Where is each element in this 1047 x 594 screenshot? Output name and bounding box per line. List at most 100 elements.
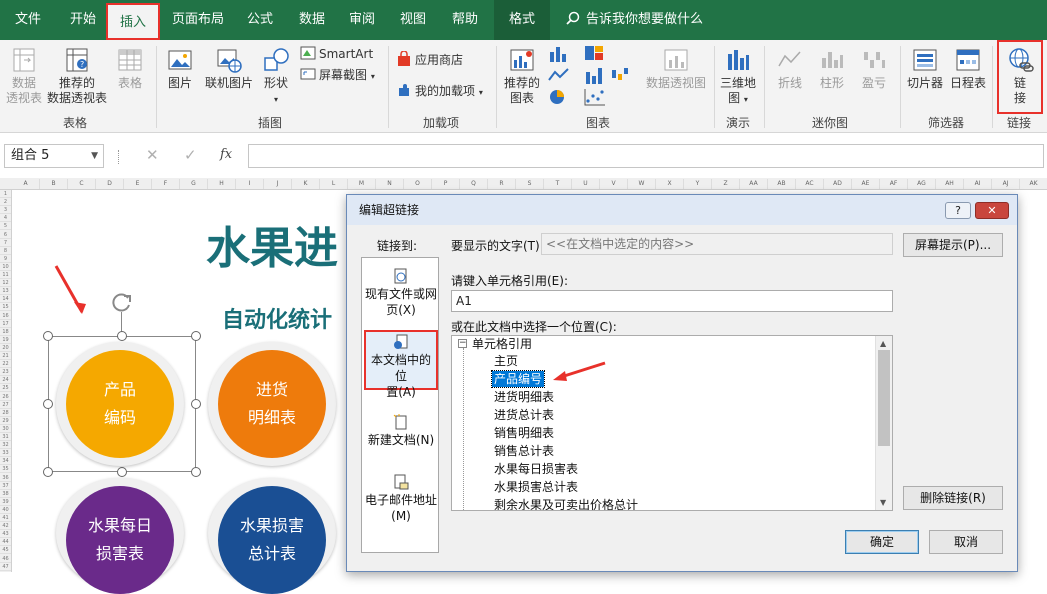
circle-loss-total[interactable]: 水果损害 总计表 [218,486,326,594]
row-header[interactable]: 19 [0,336,11,344]
screenshot-button[interactable]: 屏幕截图 ▾ [300,65,375,85]
row-header[interactable]: 34 [0,457,11,466]
row-header[interactable]: 16 [0,312,11,320]
row-header[interactable]: 42 [0,522,11,531]
remove-link-button[interactable]: 删除链接(R) [903,486,1003,510]
statistic-chart-icon[interactable] [584,66,606,84]
pivotchart-button[interactable]: 数据透视图 [644,46,708,91]
row-header[interactable]: 6 [0,231,11,239]
scroll-thumb[interactable] [878,350,890,446]
rotate-handle-icon[interactable] [110,290,134,314]
row-header[interactable]: 31 [0,433,11,441]
row-header[interactable]: 3 [0,206,11,215]
resize-handle[interactable] [117,467,127,477]
column-header[interactable]: A [12,179,40,189]
column-header[interactable]: C [68,179,96,189]
shapes-button[interactable]: 形状 ▾ [258,46,294,107]
row-header[interactable]: 20 [0,344,11,352]
tree-root[interactable]: 单元格引用 [472,336,532,352]
store-button[interactable]: 应用商店 [396,50,463,70]
recommended-charts-button[interactable]: 推荐的 图表 [500,46,544,106]
smartart-button[interactable]: SmartArt [300,44,373,64]
column-header[interactable]: U [572,179,600,189]
row-header[interactable]: 41 [0,514,11,522]
tree-item[interactable]: 进货明细表 [494,389,554,405]
circle-purchase-detail[interactable]: 进货 明细表 [218,350,326,458]
row-header[interactable]: 22 [0,360,11,369]
tab-page-layout[interactable]: 页面布局 [166,0,230,40]
column-header[interactable]: AE [852,179,880,189]
column-header[interactable]: AC [796,179,824,189]
screentip-button[interactable]: 屏幕提示(P)... [903,233,1003,257]
resize-handle[interactable] [191,467,201,477]
column-chart-icon[interactable] [548,44,570,62]
tree-item[interactable]: 进货总计表 [494,407,554,423]
scroll-down-icon[interactable]: ▼ [880,498,886,507]
column-header[interactable]: I [236,179,264,189]
tab-insert[interactable]: 插入 [106,3,160,40]
formula-input[interactable] [248,144,1044,168]
column-header[interactable]: O [404,179,432,189]
column-header[interactable]: S [516,179,544,189]
waterfall-chart-icon[interactable] [610,66,632,84]
column-header[interactable]: M [348,179,376,189]
cell-reference-input[interactable]: A1 [451,290,893,312]
column-header[interactable]: AH [936,179,964,189]
column-header[interactable]: Y [684,179,712,189]
row-header[interactable]: 45 [0,546,11,555]
column-header[interactable]: R [488,179,516,189]
column-header[interactable]: N [376,179,404,189]
tab-review[interactable]: 审阅 [340,0,384,40]
tree-item[interactable]: 剩余水果及可卖出价格总计 [494,497,638,510]
tell-me-search[interactable]: 告诉我你想要做什么 [566,0,703,40]
online-picture-button[interactable]: 联机图片 [200,46,258,91]
column-header[interactable]: AF [880,179,908,189]
help-button[interactable]: ? [945,202,971,219]
cancel-button[interactable]: 取消 [929,530,1003,554]
tree-item[interactable]: 主页 [494,353,518,369]
row-header[interactable]: 7 [0,239,11,247]
column-header[interactable]: F [152,179,180,189]
row-header[interactable]: 12 [0,279,11,288]
row-header[interactable]: 25 [0,384,11,393]
column-header[interactable]: X [656,179,684,189]
column-header[interactable]: AJ [992,179,1020,189]
column-header[interactable]: Q [460,179,488,189]
resize-handle[interactable] [43,467,53,477]
table-button[interactable]: 表格 [110,46,150,91]
ok-button[interactable]: 确定 [845,530,919,554]
row-header[interactable]: 1 [0,190,11,198]
row-header[interactable]: 30 [0,425,11,433]
column-header[interactable]: AG [908,179,936,189]
column-header[interactable]: J [264,179,292,189]
tab-view[interactable]: 视图 [390,0,436,40]
column-header[interactable]: K [292,179,320,189]
tab-data[interactable]: 数据 [290,0,334,40]
row-header[interactable]: 40 [0,506,11,514]
picture-button[interactable]: 图片 [162,46,198,91]
link-button[interactable]: 链接 [997,40,1043,114]
close-icon[interactable]: ✕ [975,202,1009,219]
slicer-button[interactable]: 切片器 [904,46,946,91]
row-header[interactable]: 15 [0,303,11,312]
circle-daily-loss[interactable]: 水果每日 损害表 [66,486,174,594]
pivottable-button[interactable]: 数据 透视表 [2,46,46,106]
tree-scrollbar[interactable]: ▲ ▼ [875,336,892,510]
tab-format[interactable]: 格式 [494,0,550,40]
row-header[interactable]: 11 [0,271,11,279]
row-header[interactable]: 28 [0,409,11,417]
column-header[interactable]: AD [824,179,852,189]
row-header[interactable]: 35 [0,465,11,474]
sparkline-line-button[interactable]: 折线 [770,46,810,91]
column-header[interactable]: G [180,179,208,189]
link-to-email-address[interactable]: 电子邮件地址 (M) [364,474,438,526]
row-header[interactable]: 26 [0,393,11,401]
line-chart-icon[interactable] [548,66,570,84]
column-header[interactable]: P [432,179,460,189]
link-to-new-document[interactable]: 新建文档(N) [364,414,438,454]
row-header[interactable]: 27 [0,401,11,409]
row-header[interactable]: 13 [0,287,11,296]
tree-item[interactable]: 水果每日损害表 [494,461,578,477]
row-header[interactable]: 37 [0,482,11,490]
row-header[interactable]: 10 [0,263,11,271]
